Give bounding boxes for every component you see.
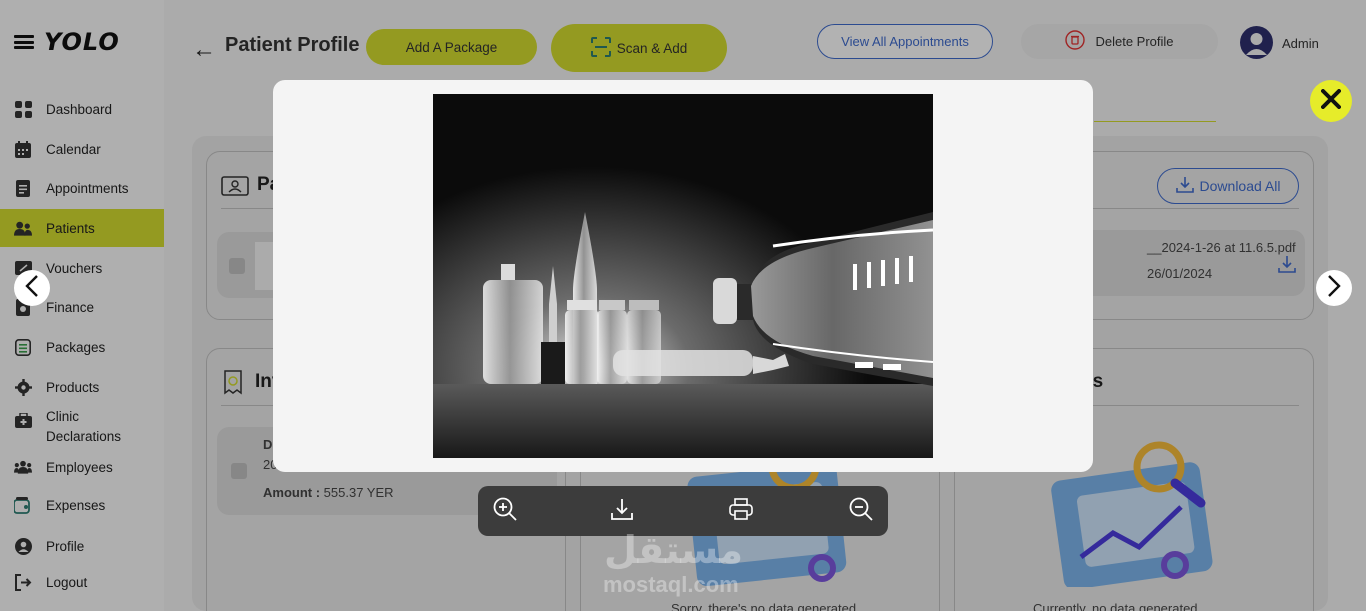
next-image-button[interactable] xyxy=(1316,270,1352,306)
chevron-right-icon xyxy=(1326,274,1342,302)
zoom-out-icon xyxy=(848,496,874,527)
printer-icon xyxy=(729,497,753,525)
previous-image-button[interactable] xyxy=(14,270,50,306)
chevron-left-icon xyxy=(24,274,40,302)
watermark-latin: mostaql.com xyxy=(603,572,739,597)
close-modal-button[interactable] xyxy=(1310,80,1352,122)
watermark-arabic: مستقل xyxy=(604,528,743,572)
close-icon xyxy=(1321,88,1341,114)
image-viewer-modal xyxy=(273,80,1093,472)
download-icon xyxy=(610,497,634,526)
zoom-out-button[interactable] xyxy=(846,496,876,526)
print-image-button[interactable] xyxy=(726,496,756,526)
zoom-in-button[interactable] xyxy=(490,496,520,526)
download-image-button[interactable] xyxy=(607,496,637,526)
zoom-in-icon xyxy=(492,496,518,527)
preview-image xyxy=(433,94,933,458)
